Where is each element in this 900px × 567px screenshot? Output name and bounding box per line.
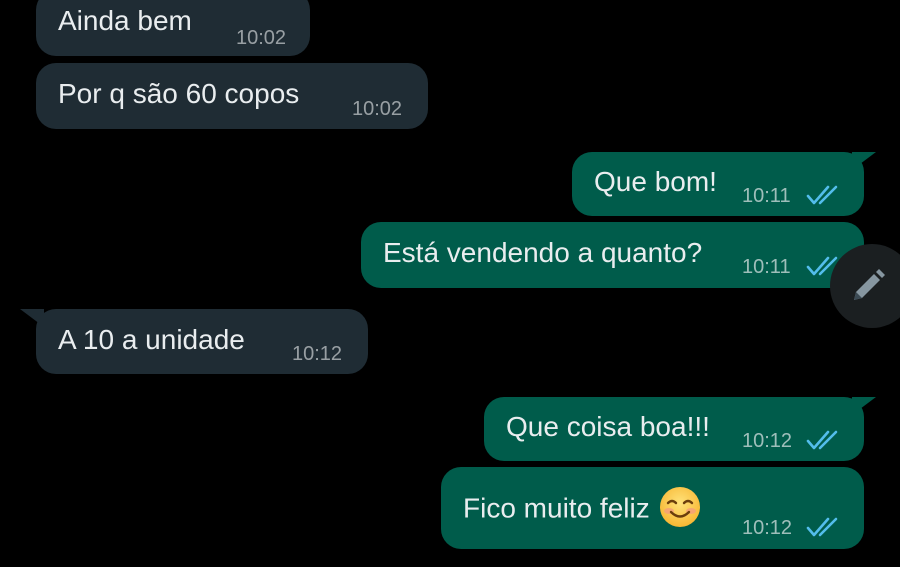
message-time: 10:11 [742,185,791,207]
double-check-icon [806,430,838,450]
message-time: 10:02 [236,27,287,49]
message-time: 10:12 [292,343,343,365]
message-bubble-outgoing[interactable]: Fico muito feliz 10:12 [441,467,864,549]
bubble-tail [852,152,876,170]
smiling-face-emoji [659,487,700,527]
chat-conversation: Ainda bem 10:02 Por q são 60 copos 10:02… [0,0,900,567]
message-bubble-outgoing[interactable]: Que bom! 10:11 [572,152,876,216]
double-check-icon [806,517,838,537]
message-text: Que coisa boa!!! [506,411,710,442]
edit-button[interactable] [830,244,900,328]
message-time: 10:02 [352,98,403,120]
message-text: Está vendendo a quanto? [383,237,703,268]
double-check-icon [806,185,838,205]
message-time: 10:12 [742,517,793,539]
message-text: Que bom! [594,166,717,197]
message-text: Ainda bem [58,5,192,36]
message-text-row: Fico muito feliz [463,487,702,529]
message-text: A 10 a unidade [58,324,245,355]
pencil-icon [854,269,885,300]
message-bubble-outgoing[interactable]: Que coisa boa!!! 10:12 [484,397,876,461]
bubble-tail [852,397,876,415]
bubble-tail [20,309,44,327]
message-time: 10:12 [742,430,793,452]
message-text: Fico muito feliz [463,492,650,524]
message-bubble-incoming[interactable]: Ainda bem 10:02 [36,0,310,56]
message-bubble-incoming[interactable]: Por q são 60 copos 10:02 [36,63,428,129]
message-time: 10:11 [742,256,791,278]
message-bubble-incoming[interactable]: A 10 a unidade 10:12 [20,309,368,374]
message-bubble-outgoing[interactable]: Está vendendo a quanto? 10:11 [361,222,864,288]
message-text: Por q são 60 copos [58,78,300,109]
